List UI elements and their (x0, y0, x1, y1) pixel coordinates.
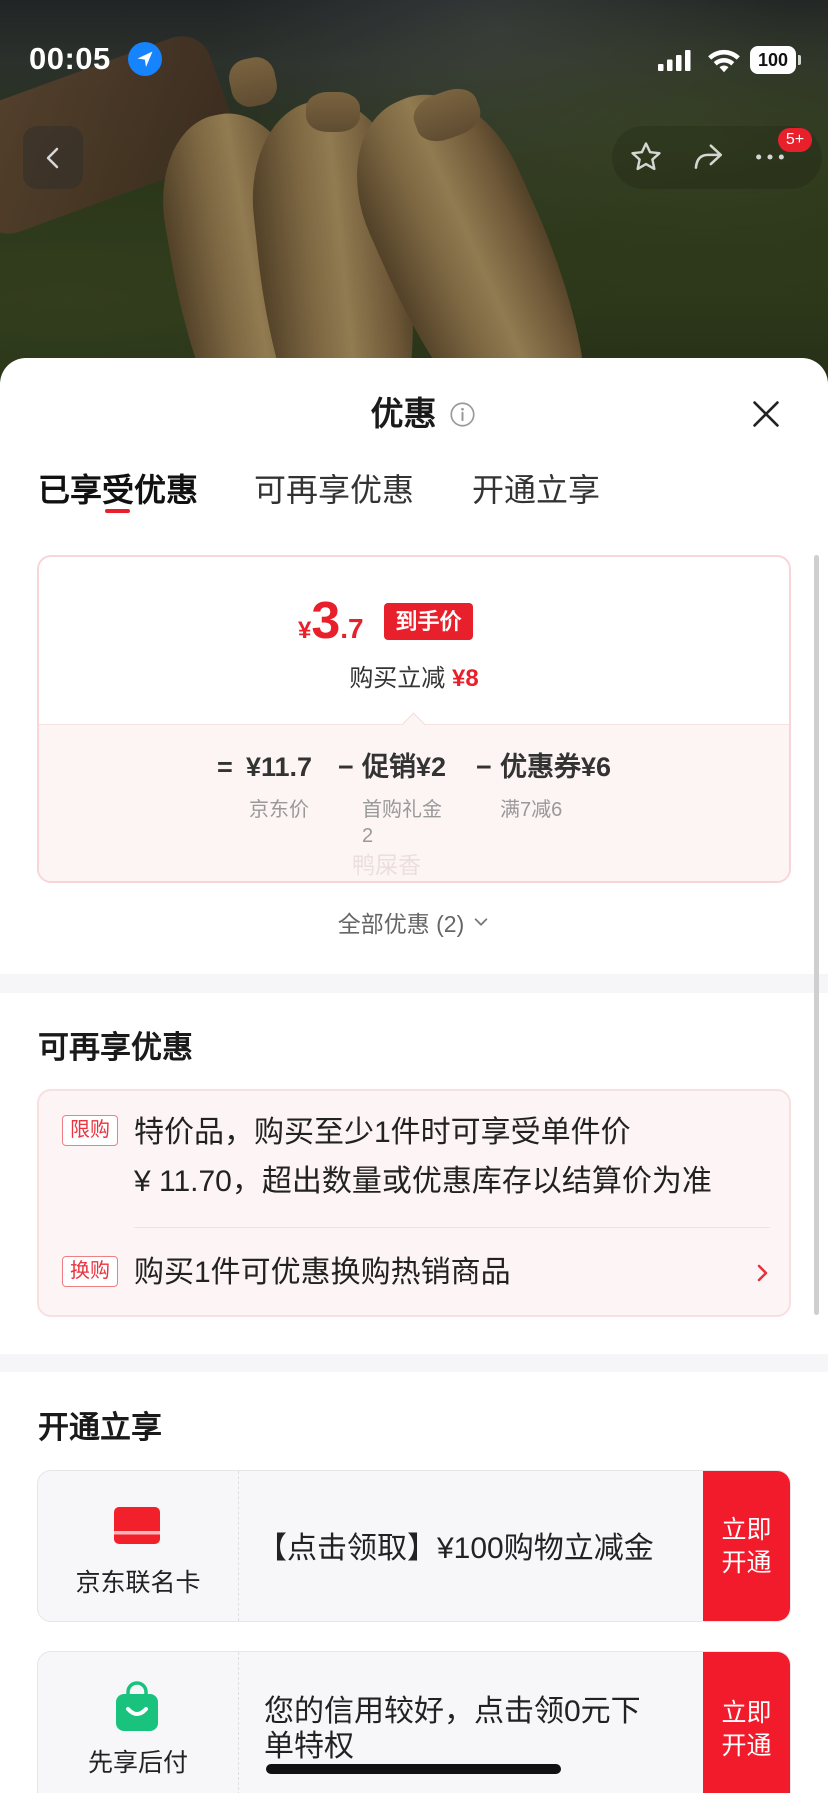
instant-reduce-line: 购买立减 ¥8 (39, 661, 789, 697)
offers-sheet: 优惠 已享受优惠 可再享优惠 开通立享 ¥ 3 .7 到手价 购买立减 ¥8 =… (0, 358, 828, 1793)
exchange-purchase-text: 购买1件可优惠换购热销商品 (134, 1256, 511, 1289)
sheet-header: 优惠 (0, 392, 828, 436)
limit-purchase-tag: 限购 (62, 1115, 118, 1146)
credit-card-icon (114, 1507, 160, 1544)
promotion-label: 首购礼金2 (362, 799, 442, 847)
activate-card-button-label: 立即开通 (721, 1516, 772, 1577)
tab-activate-offers[interactable]: 开通立享 (472, 468, 600, 512)
battery-icon: 100 (750, 46, 801, 74)
chevron-right-icon (757, 1264, 768, 1282)
promotion-value: 促销¥2 (362, 752, 447, 782)
share-icon (694, 144, 723, 169)
shopping-bag-icon (116, 1681, 158, 1731)
offer-divider (134, 1227, 770, 1228)
cellular-signal-icon (658, 49, 692, 71)
jd-price-label: 京东价 (249, 799, 309, 821)
activate-pay-later-button-label: 立即开通 (721, 1699, 772, 1760)
photo-dim-overlay (0, 0, 828, 400)
activate-heading: 开通立享 (38, 1410, 162, 1445)
back-button[interactable] (23, 126, 83, 189)
more-offers-card: 限购 特价品，购买至少1件时可享受单件价 ¥ 11.70，超出数量或优惠库存以结… (37, 1089, 791, 1317)
limit-purchase-text: 特价品，购买至少1件时可享受单件价 (134, 1116, 631, 1149)
section-separator (0, 974, 828, 993)
pay-later-text: 您的信用较好，点击领0元下单特权 (264, 1695, 641, 1763)
price-breakdown: = ¥11.7 − 促销¥2 − 优惠券¥6 京东价 首购礼金2 满7减6 鸭屎… (39, 712, 789, 881)
price-summary-card: ¥ 3 .7 到手价 购买立减 ¥8 = ¥11.7 − 促销¥2 − 优惠券¥… (37, 555, 791, 883)
exchange-purchase-row[interactable]: 换购 购买1件可优惠换购热销商品 (39, 1231, 789, 1317)
final-price: ¥ 3 .7 (298, 595, 364, 653)
product-photo (0, 0, 828, 400)
tab-more-offers[interactable]: 可再享优惠 (254, 468, 414, 512)
chevron-down-icon (474, 918, 488, 926)
all-offers-label: 全部优惠 (2) (337, 911, 465, 937)
sheet-title: 优惠 (370, 395, 437, 432)
activate-card-button[interactable]: 立即开通 (703, 1471, 790, 1621)
status-time: 00:05 (29, 41, 111, 76)
jd-price-value: ¥11.7 (246, 752, 313, 782)
favorite-button[interactable] (629, 140, 663, 174)
instant-reduce-value: ¥8 (451, 665, 479, 692)
message-count-badge: 5+ (778, 128, 812, 152)
tab-enjoyed-offers[interactable]: 已享受优惠 (38, 468, 198, 512)
star-icon (631, 142, 661, 171)
equals-sign: = (217, 752, 233, 782)
close-button[interactable] (750, 398, 782, 430)
close-icon (753, 401, 779, 427)
minus-sign: − (476, 752, 492, 782)
instant-reduce-label: 购买立减 (349, 665, 446, 692)
scrollbar[interactable] (814, 555, 819, 1315)
limit-purchase-text: ¥ 11.70，超出数量或优惠库存以结算价为准 (134, 1165, 712, 1198)
pay-later-name: 先享后付 (87, 1749, 188, 1777)
exchange-purchase-tag: 换购 (62, 1256, 118, 1287)
dashed-divider (238, 1652, 239, 1793)
screen: 00:05 100 5+ 优惠 已享受优惠 可再享优惠 开通立享 ¥ 3 .7 … (0, 0, 828, 1793)
dashed-divider (238, 1471, 239, 1621)
final-price-currency: ¥ (298, 617, 312, 644)
activate-pay-later-button[interactable]: 立即开通 (703, 1652, 790, 1793)
wifi-icon (707, 48, 741, 73)
final-price-decimal: .7 (340, 613, 364, 644)
battery-level: 100 (757, 50, 789, 70)
breakdown-notch (401, 712, 426, 737)
co-branded-card-name: 京东联名卡 (75, 1569, 201, 1597)
share-button[interactable] (690, 140, 726, 174)
info-icon[interactable] (449, 401, 476, 428)
location-arrow-icon (128, 42, 162, 76)
active-tab-indicator (105, 509, 130, 513)
final-price-integer: 3 (311, 592, 341, 650)
co-branded-card-offer[interactable]: 京东联名卡 【点击领取】¥100购物立减金 立即开通 (37, 1470, 791, 1622)
minus-sign: − (338, 752, 354, 782)
more-offers-heading: 可再享优惠 (38, 1030, 193, 1065)
home-indicator[interactable] (266, 1764, 561, 1774)
section-separator (0, 1354, 828, 1372)
final-price-badge: 到手价 (384, 603, 473, 640)
coupon-value: 优惠券¥6 (500, 752, 612, 782)
all-offers-toggle[interactable]: 全部优惠 (2) (0, 904, 828, 940)
coupon-label: 满7减6 (500, 799, 563, 821)
co-branded-card-text: 【点击领取】¥100购物立减金 (257, 1532, 654, 1565)
chevron-left-icon (46, 147, 59, 168)
watermark-text: 鸭屎香 (352, 852, 421, 878)
